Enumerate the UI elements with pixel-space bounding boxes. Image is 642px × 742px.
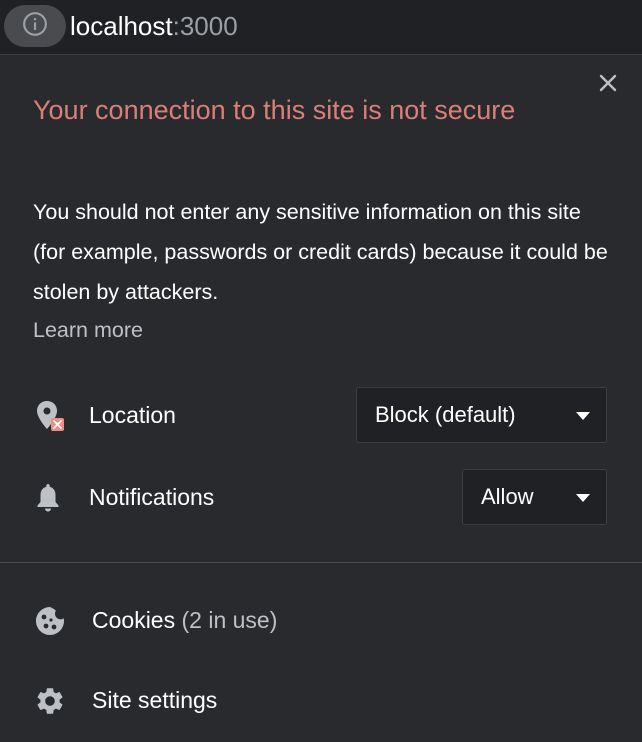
cookies-label: Cookies (2 in use)	[92, 605, 277, 635]
url-host: localhost	[70, 11, 173, 41]
omnibox: localhost:3000	[0, 0, 642, 54]
url-text[interactable]: localhost:3000	[70, 11, 238, 41]
dropdown-caret-icon	[576, 494, 590, 502]
permission-label-location: Location	[89, 402, 176, 428]
cookies-label-text: Cookies	[92, 607, 176, 633]
cookie-icon	[34, 605, 66, 637]
location-permission-value: Block (default)	[375, 402, 516, 427]
section-divider	[0, 562, 642, 563]
close-icon	[598, 73, 618, 98]
learn-more-link[interactable]: Learn more	[33, 312, 143, 348]
permission-label-notifications: Notifications	[89, 484, 215, 510]
gear-icon	[34, 685, 66, 717]
bell-icon	[35, 482, 61, 512]
location-blocked-icon	[34, 398, 66, 434]
location-permission-select[interactable]: Block (default)	[356, 387, 607, 443]
notifications-permission-value: Allow	[481, 484, 534, 509]
url-port: :3000	[172, 11, 238, 41]
cookies-count: (2 in use)	[181, 607, 278, 633]
notifications-permission-select[interactable]: Allow	[462, 469, 607, 525]
connection-warning-title: Your connection to this site is not secu…	[33, 95, 516, 125]
page-info-window: localhost:3000 Your connection to this s…	[0, 0, 642, 742]
site-info-button[interactable]	[4, 5, 66, 47]
site-settings-label: Site settings	[92, 687, 218, 713]
close-button[interactable]	[594, 71, 622, 99]
dropdown-caret-icon	[576, 412, 590, 420]
info-circle-icon	[22, 11, 48, 42]
connection-warning-body: You should not enter any sensitive infor…	[33, 200, 608, 304]
